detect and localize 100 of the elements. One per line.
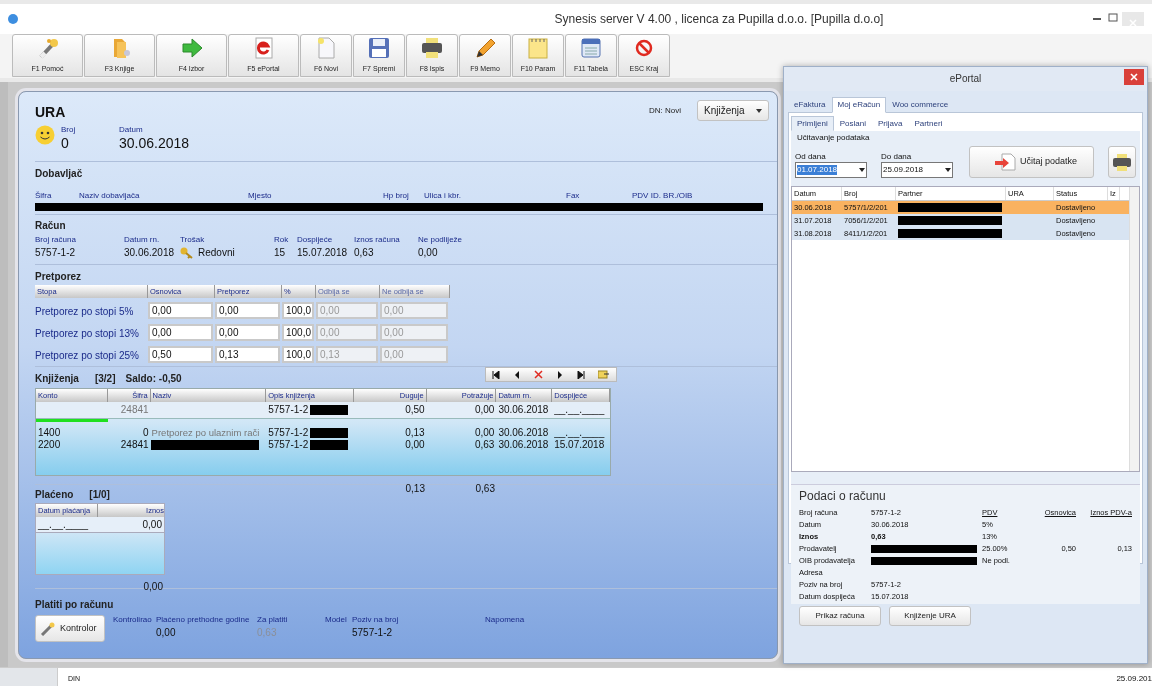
field-value: Redovni (198, 246, 235, 259)
print-button[interactable] (1107, 145, 1136, 178)
controller-button[interactable]: Kontrolor (35, 615, 105, 643)
wand-icon (40, 621, 56, 636)
table-cell-text: 0,00 (473, 404, 496, 416)
table-cell-text: 0,50 (404, 404, 426, 416)
delete-icon[interactable] (534, 370, 544, 379)
number-value: 0 (61, 134, 70, 152)
field-value: 30.06.2018 (124, 246, 175, 259)
tab[interactable]: Moj eRačun (831, 97, 887, 113)
table-cell-text: 0,13 (404, 427, 426, 439)
date-dropdown[interactable]: 25.09.2018 (881, 161, 953, 178)
table-cell-text: 0 (142, 427, 150, 439)
caret-icon (756, 108, 762, 113)
tab[interactable]: Primljeni (791, 115, 834, 132)
total-value: 0,00 (142, 581, 164, 592)
arrow-icon (179, 37, 204, 59)
field-value: 0,00 (156, 626, 177, 639)
window-icon (579, 37, 603, 59)
field-label: Od dana (795, 152, 827, 162)
field-label: Broj (61, 125, 77, 135)
load-data-button[interactable]: Učitaj podatke (969, 145, 1094, 178)
notepad-icon (526, 37, 550, 59)
field-label: Do dana (881, 152, 913, 162)
tab[interactable]: Prijava (871, 115, 909, 132)
field-label: Poziv na broj (352, 615, 400, 625)
column-label: PDV ID. BR./OIB (632, 191, 693, 200)
tab[interactable]: Woo commerce (886, 97, 955, 113)
record-count: [1/0] (89, 489, 110, 501)
field-label: Plaćeno prethodne godine (156, 615, 251, 625)
table-cell-text: 30.06.2018 (497, 439, 550, 451)
field-value: 0,63 (257, 626, 278, 639)
row-label: Pretporez po stopi 13% (35, 328, 139, 340)
status-date: 25.09.201 (1116, 674, 1152, 684)
previous-icon[interactable] (513, 370, 522, 379)
table-cell-text: __.__.____ (553, 404, 606, 416)
action-button[interactable]: Prikaz računa (799, 606, 881, 627)
field-label: Napomena (485, 615, 526, 625)
input-field[interactable]: 0,00 (148, 323, 213, 341)
table-cell-text: 0,00 (473, 427, 496, 439)
field-value: 15.07.2018 (297, 246, 348, 259)
total-value: 0,13 (404, 483, 426, 494)
column-label: Mjesto (248, 191, 272, 200)
section-title: Dobavljač (35, 168, 84, 180)
next-icon[interactable] (555, 370, 564, 379)
last-record-icon[interactable] (576, 370, 585, 379)
table-cell-text: __.__.____ (553, 427, 606, 439)
document-arrow-icon (994, 152, 1016, 171)
date-value: 30.06.2018 (119, 134, 190, 152)
table-cell-text: 1400 (37, 427, 62, 439)
input-field[interactable]: 0,00 (148, 301, 213, 319)
maximize-icon[interactable] (1106, 12, 1120, 24)
field-value: 5757-1-2 (352, 626, 394, 639)
row-label: Pretporez po stopi 5% (35, 306, 134, 318)
table-cell-text: 5757-1-2 (267, 427, 310, 439)
input-field[interactable]: 0,00 (215, 301, 280, 319)
row-marker-line (36, 419, 108, 422)
table-cell: Pretporez po ulaznim rači (150, 427, 261, 439)
selected-row[interactable]: 24841 5757-1-2 0,50 0,00 30.06.2018 __.__.____ (36, 402, 610, 419)
field-label: Datum (119, 125, 144, 135)
field-label: Za platiti (257, 615, 289, 625)
folder-arrow-icon[interactable] (597, 370, 610, 379)
input-field[interactable]: 100,0 (282, 301, 314, 319)
action-button[interactable]: Knjiženje URA (889, 606, 971, 627)
input-field[interactable]: 100,0 (282, 323, 314, 341)
column-label: Naziv dobavljača (79, 191, 140, 200)
tab[interactable]: eFaktura (788, 97, 832, 113)
field-label: Iznos računa (354, 235, 401, 245)
input-field[interactable]: 100,0 (282, 345, 314, 363)
tab[interactable]: Partneri (908, 115, 949, 132)
field-label: Trošak (180, 235, 206, 245)
column-label: Šifra (35, 191, 52, 200)
tab[interactable]: Poslani (833, 115, 872, 132)
bookings-dropdown[interactable]: Knjiženja (697, 100, 769, 121)
close-button[interactable] (1124, 69, 1144, 85)
section-title: Plaćeno (35, 489, 74, 501)
section-title: Knjiženja (35, 373, 79, 385)
form-title: URA (35, 104, 66, 121)
input-field[interactable]: 0,13 (215, 345, 280, 363)
field-value: 15 (274, 246, 286, 259)
record-count: [3/2] (94, 373, 116, 385)
field-label: Broj računa (35, 235, 77, 245)
table-cell-text: 5757-1-2 (267, 404, 310, 416)
input-field[interactable]: 0,00 (215, 323, 280, 341)
column-label: Ulica i kbr. (424, 191, 461, 200)
field-value: 0,00 (418, 246, 438, 259)
field-value: 0,63 (354, 246, 374, 259)
input-field[interactable]: 0,50 (148, 345, 213, 363)
first-record-icon[interactable] (492, 370, 501, 379)
section-title: Platiti po računu (35, 599, 114, 610)
printer-icon (1111, 152, 1132, 171)
caret-icon (859, 167, 865, 172)
pencil-icon (473, 37, 497, 59)
table-cell-text: 2200 (37, 439, 62, 451)
smiley-icon (35, 125, 55, 145)
column-label: Fax (566, 191, 580, 200)
balance-label: Saldo: -0,50 (125, 373, 182, 385)
caret-icon (945, 167, 951, 172)
date-dropdown[interactable]: 01.07.2018 (795, 161, 867, 178)
table-cell-text: 30.06.2018 (497, 427, 550, 439)
